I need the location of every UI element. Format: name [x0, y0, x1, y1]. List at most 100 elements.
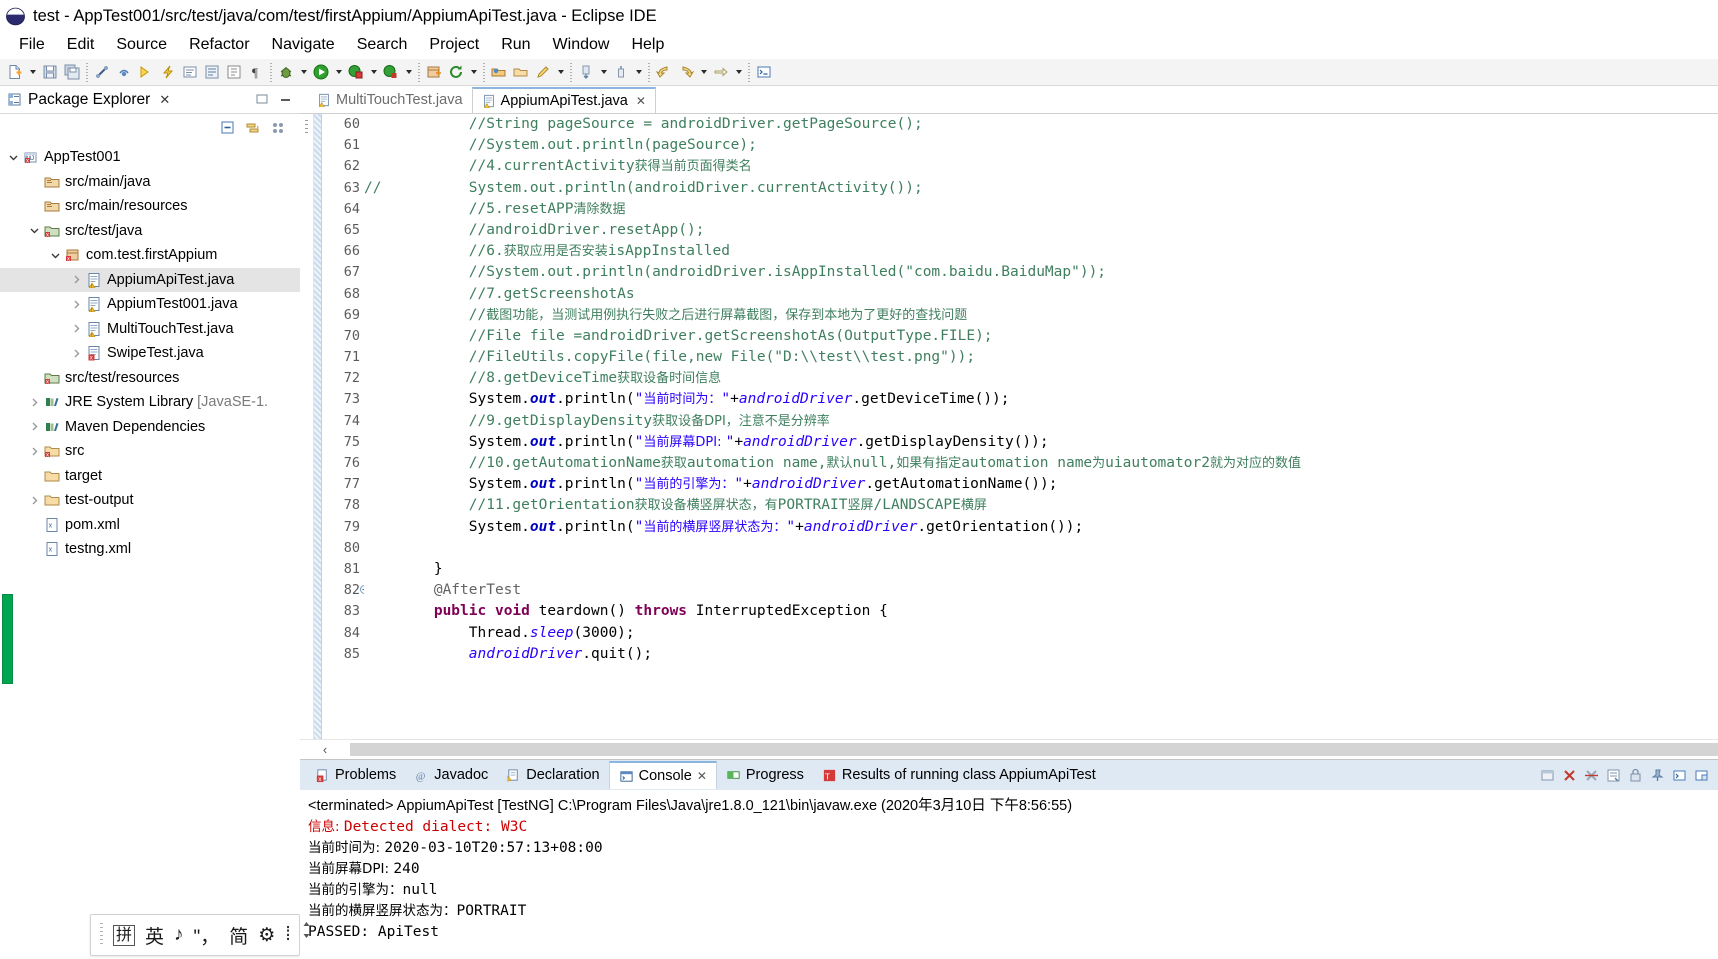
ime-pinyin-icon[interactable]: 拼 — [113, 924, 136, 946]
console-tab-declaration[interactable]: Declaration — [497, 761, 608, 789]
clear-console-icon[interactable] — [1606, 768, 1621, 783]
build-icon[interactable] — [157, 62, 179, 83]
profile-dropdown-icon[interactable] — [402, 62, 415, 83]
code-line[interactable]: System.out.println("当前的引擎为："+androidDriv… — [364, 474, 1718, 495]
prev-annotation-dropdown-icon[interactable] — [632, 62, 645, 83]
tree-item-src-main-java[interactable]: src/main/java — [0, 170, 300, 195]
open-console-icon[interactable] — [1694, 768, 1709, 783]
console-tab-problems[interactable]: x Problems — [306, 761, 405, 789]
code-line[interactable]: @AfterTest — [364, 580, 1718, 601]
code-line[interactable]: //4.currentActivity获得当前页面得类名 — [364, 156, 1718, 177]
tree-item-com-test-firstappium[interactable]: x com.test.firstAppium — [0, 243, 300, 268]
pilcrow-icon[interactable]: ¶ — [245, 62, 267, 83]
code-line[interactable]: //androidDriver.resetApp(); — [364, 220, 1718, 241]
code-line[interactable]: public void teardown() throws Interrupte… — [364, 601, 1718, 622]
chevron-down-icon[interactable] — [6, 152, 21, 163]
prev-annotation-icon[interactable] — [610, 62, 632, 83]
tree-item-multitouchtest-java[interactable]: ! MultiTouchTest.java — [0, 317, 300, 342]
editor-tab-appiumapitest[interactable]: AppiumApiTest.java ✕ — [471, 87, 656, 113]
collapse-all-icon[interactable] — [220, 120, 236, 136]
console-output[interactable]: <terminated> AppiumApiTest [TestNG] C:\P… — [300, 790, 1718, 959]
code-line[interactable]: //8.getDeviceTime获取设备时间信息 — [364, 368, 1718, 389]
tree-item-src-main-resources[interactable]: src/main/resources — [0, 194, 300, 219]
restore-icon[interactable] — [256, 93, 269, 106]
close-icon[interactable]: ✕ — [697, 769, 707, 783]
project-tree[interactable]: MJxAppTest001 src/main/java src/main/resou… — [0, 142, 300, 562]
menu-edit[interactable]: Edit — [56, 35, 106, 56]
new-java-file-icon[interactable] — [4, 62, 26, 83]
link-with-editor-icon[interactable] — [245, 120, 261, 136]
tree-item-maven-dependencies[interactable]: Maven Dependencies — [0, 415, 300, 440]
tree-item-src-test-java[interactable]: x src/test/java — [0, 219, 300, 244]
run-dropdown-icon[interactable] — [332, 62, 345, 83]
pencil-icon[interactable] — [532, 62, 554, 83]
menu-project[interactable]: Project — [418, 35, 490, 56]
close-icon[interactable]: ✕ — [159, 92, 170, 108]
code-line[interactable]: System.out.println("当前的横屏竖屏状态为："+android… — [364, 517, 1718, 538]
menu-refactor[interactable]: Refactor — [178, 35, 260, 56]
code-content[interactable]: //String pageSource = androidDriver.getP… — [364, 114, 1718, 739]
profile-icon[interactable] — [380, 62, 402, 83]
next-annotation-icon[interactable] — [575, 62, 597, 83]
tree-item-appiumtest001-java[interactable]: ! AppiumTest001.java — [0, 292, 300, 317]
code-line[interactable]: //FileUtils.copyFile(file,new File("D:\\… — [364, 347, 1718, 368]
tree-item-src[interactable]: x src — [0, 439, 300, 464]
search-icon[interactable] — [201, 62, 223, 83]
scroll-left-icon[interactable]: ‹ — [300, 742, 350, 757]
ime-english-mode-icon[interactable]: 英 — [145, 922, 164, 949]
chevron-down-icon[interactable] — [27, 225, 42, 236]
code-line[interactable]: //System.out.println(androidDriver.isApp… — [364, 262, 1718, 283]
view-menu-icon[interactable] — [270, 120, 286, 136]
tree-item-pom-xml[interactable]: x pom.xml — [0, 513, 300, 538]
chevron-right-icon[interactable] — [69, 299, 84, 310]
refresh-icon[interactable] — [445, 62, 467, 83]
undo-icon[interactable] — [135, 62, 157, 83]
open-type-icon[interactable] — [223, 62, 245, 83]
editor-tab-bar[interactable]: MultiTouchTest.java AppiumApiTest.java ✕ — [300, 86, 1718, 114]
minimize-icon[interactable] — [1540, 768, 1555, 783]
back-icon[interactable] — [653, 62, 675, 83]
externaltools-icon[interactable] — [179, 62, 201, 83]
code-line[interactable]: //File file =androidDriver.getScreenshot… — [364, 326, 1718, 347]
forward-arrow-dropdown-icon[interactable] — [732, 62, 745, 83]
menu-search[interactable]: Search — [346, 35, 419, 56]
code-line[interactable]: // System.out.println(androidDriver.curr… — [364, 178, 1718, 199]
scroll-lock-icon[interactable] — [1628, 768, 1643, 783]
code-line[interactable]: Thread.sleep(3000); — [364, 623, 1718, 644]
coverage-icon[interactable] — [345, 62, 367, 83]
code-line[interactable]: //6.获取应用是否安装isAppInstalled — [364, 241, 1718, 262]
tree-item-apptest001[interactable]: MJxAppTest001 — [0, 145, 300, 170]
ime-drag-handle[interactable] — [100, 923, 103, 947]
code-line[interactable]: //截图功能，当测试用例执行失败之后进行屏幕截图，保存到本地为了更好的查找问题 — [364, 305, 1718, 326]
next-annotation-dropdown-icon[interactable] — [597, 62, 610, 83]
print-icon[interactable] — [113, 62, 135, 83]
code-line[interactable]: //11.getOrientation获取设备横竖屏状态，有PORTRAIT竖屏… — [364, 495, 1718, 516]
editor-tab-multitouchtest[interactable]: MultiTouchTest.java — [308, 87, 472, 113]
chevron-right-icon[interactable] — [27, 421, 42, 432]
chevron-right-icon[interactable] — [27, 397, 42, 408]
new-package-icon[interactable] — [423, 62, 445, 83]
ime-language-bar[interactable]: 拼 英 ♪ "， 简 ⚙ ⁞ — [90, 914, 300, 956]
tree-item-appiumapitest-java[interactable]: ! AppiumApiTest.java — [0, 267, 300, 292]
pencil-dropdown-icon[interactable] — [554, 62, 567, 83]
ime-more-icon[interactable]: ⁞ — [285, 924, 290, 946]
chevron-right-icon[interactable] — [69, 274, 84, 285]
menu-help[interactable]: Help — [620, 35, 675, 56]
open-folder-icon[interactable] — [510, 62, 532, 83]
new-dropdown-icon[interactable] — [26, 62, 39, 83]
save-icon[interactable] — [39, 62, 61, 83]
ime-settings-icon[interactable]: ⚙ — [258, 924, 275, 947]
remove-all-terminated-icon[interactable] — [1584, 768, 1599, 783]
console-tab-results[interactable]: T Results of running class AppiumApiTest — [813, 761, 1105, 789]
forward-icon[interactable] — [675, 62, 697, 83]
run-icon[interactable] — [310, 62, 332, 83]
close-icon[interactable]: ✕ — [636, 94, 646, 108]
chevron-right-icon[interactable] — [27, 495, 42, 506]
ime-punctuation-icon[interactable]: "， — [194, 922, 220, 949]
package-explorer-tab[interactable]: Package Explorer ✕ — [7, 91, 170, 109]
code-line[interactable] — [364, 538, 1718, 559]
tree-item-testng-xml[interactable]: x testng.xml — [0, 537, 300, 562]
console-tab-progress[interactable]: Progress — [717, 761, 813, 789]
code-line[interactable]: System.out.println("当前时间为："+androidDrive… — [364, 389, 1718, 410]
open-perspective-icon[interactable] — [488, 62, 510, 83]
